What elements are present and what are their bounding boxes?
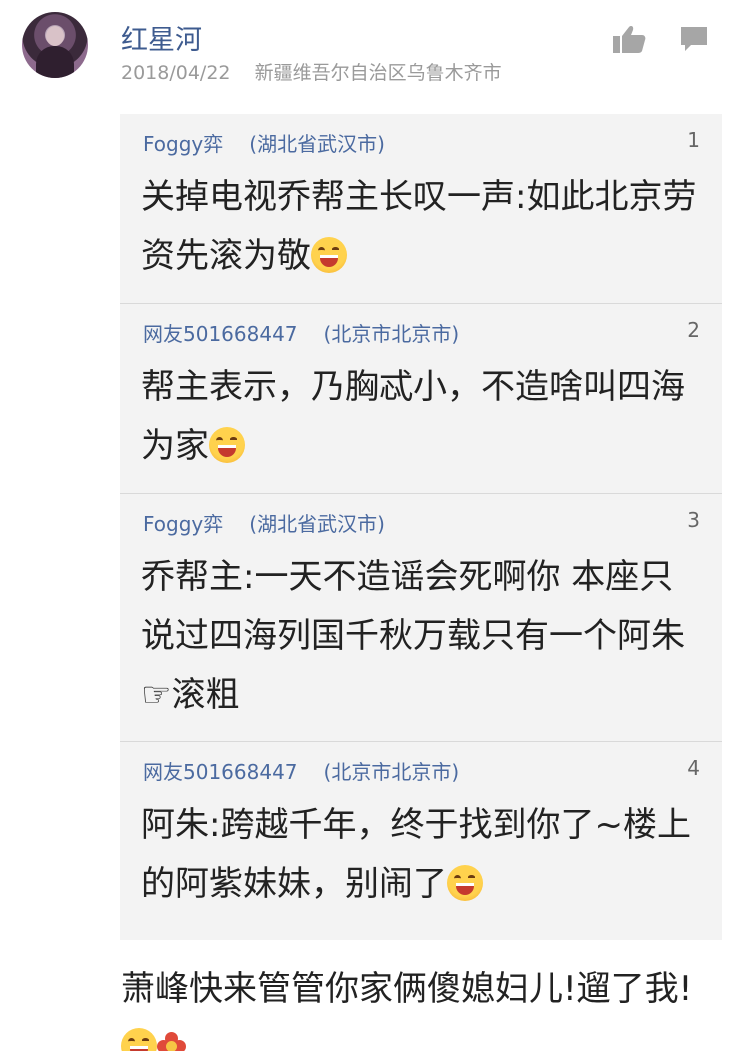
comment-body-text: 萧峰快来管管你家俩傻媳妇儿!遛了我! xyxy=(121,969,693,1009)
post-date: 2018/04/22 xyxy=(121,62,231,84)
quote-text: 关掉电视乔帮主长叹一声:如此北京劳资先滚为敬 xyxy=(141,168,706,286)
quote-item: Foggy弈 (湖北省武汉市) 3 乔帮主:一天不造谣会死啊你 本座只说过四海列国… xyxy=(120,494,722,742)
quote-header: Foggy弈 (湖北省武汉市) xyxy=(143,128,385,157)
quote-floor-number: 4 xyxy=(687,756,700,780)
quote-floor-number: 3 xyxy=(687,508,700,532)
quote-location: (北京市北京市) xyxy=(323,322,460,346)
quote-thread: Foggy弈 (湖北省武汉市) 1 关掉电视乔帮主长叹一声:如此北京劳资先滚为敬 … xyxy=(120,114,722,940)
quote-text-content: 关掉电视乔帮主长叹一声:如此北京劳资先滚为敬 xyxy=(141,177,697,276)
comment-icon xyxy=(681,27,707,51)
post-meta: 2018/04/22 新疆维吾尔自治区乌鲁木齐市 xyxy=(121,58,502,85)
quote-user[interactable]: Foggy弈 xyxy=(143,512,223,536)
comment-button[interactable] xyxy=(680,26,708,52)
post-location: 新疆维吾尔自治区乌鲁木齐市 xyxy=(254,62,502,84)
quote-location: (北京市北京市) xyxy=(323,760,460,784)
quote-user[interactable]: 网友501668447 xyxy=(143,322,298,346)
quote-header: 网友501668447 (北京市北京市) xyxy=(143,756,459,785)
quote-floor-number: 1 xyxy=(687,128,700,152)
quote-text: 阿朱:跨越千年，终于找到你了~楼上的阿紫妹妹，别闹了 xyxy=(141,796,706,914)
avatar-body xyxy=(36,46,74,78)
avatar[interactable] xyxy=(22,12,88,78)
quote-item: 网友501668447 (北京市北京市) 2 帮主表示，乃胸忒小，不造啥叫四海为家 xyxy=(120,304,722,494)
quote-user[interactable]: Foggy弈 xyxy=(143,132,223,156)
quote-text: 乔帮主:一天不造谣会死啊你 本座只说过四海列国千秋万载只有一个阿朱☞滚粗 xyxy=(141,557,685,715)
quote-floor-number: 2 xyxy=(687,318,700,342)
quote-location: (湖北省武汉市) xyxy=(249,132,385,156)
flower-icon xyxy=(157,1032,187,1051)
grinning-face-icon xyxy=(447,865,483,901)
quote-header: 网友501668447 (北京市北京市) xyxy=(143,318,459,347)
post-username[interactable]: 红星河 xyxy=(121,18,202,57)
quote-text: 帮主表示，乃胸忒小，不造啥叫四海为家 xyxy=(141,358,706,476)
quote-text-content: 阿朱:跨越千年，终于找到你了~楼上的阿紫妹妹，别闹了 xyxy=(141,805,691,904)
grinning-face-icon xyxy=(121,1028,157,1051)
quote-user[interactable]: 网友501668447 xyxy=(143,760,298,784)
comment-body: 萧峰快来管管你家俩傻媳妇儿!遛了我! xyxy=(121,960,701,1051)
grinning-face-icon xyxy=(209,427,245,463)
quote-header: Foggy弈 (湖北省武汉市) xyxy=(143,508,385,537)
quote-location: (湖北省武汉市) xyxy=(249,512,385,536)
grinning-face-icon xyxy=(311,237,347,273)
quote-item: Foggy弈 (湖北省武汉市) 1 关掉电视乔帮主长叹一声:如此北京劳资先滚为敬 xyxy=(120,114,722,304)
thumbs-up-icon xyxy=(613,26,646,53)
like-button[interactable] xyxy=(612,24,646,54)
quote-item: 网友501668447 (北京市北京市) 4 阿朱:跨越千年，终于找到你了~楼上的… xyxy=(120,742,722,940)
avatar-head xyxy=(46,26,64,46)
